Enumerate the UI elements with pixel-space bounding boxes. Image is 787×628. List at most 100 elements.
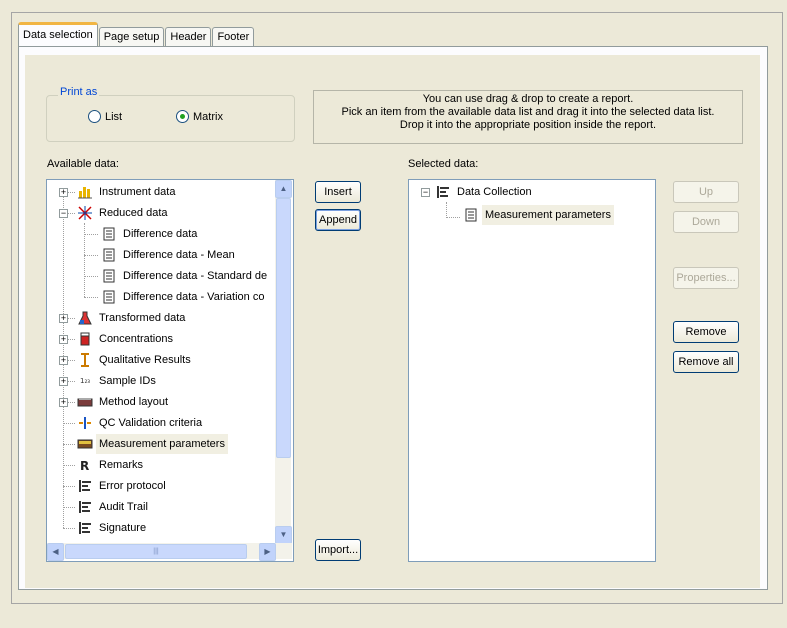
tree-item-label: Instrument data	[99, 186, 176, 198]
svg-text:R: R	[80, 459, 89, 472]
document-icon	[101, 268, 117, 284]
plate-icon	[77, 394, 93, 410]
tree-item-label: Difference data - Standard de	[123, 270, 268, 282]
expand-icon[interactable]: +	[59, 314, 68, 323]
collapse-icon[interactable]: −	[421, 188, 430, 197]
tree-item-label: Audit Trail	[99, 501, 148, 513]
radio-matrix-label: Matrix	[193, 110, 223, 123]
tab-data-selection[interactable]: Data selection	[18, 22, 98, 46]
expand-icon[interactable]: +	[59, 356, 68, 365]
tree-child-measurement-parameters[interactable]: Measurement parameters	[463, 205, 614, 225]
tree-item[interactable]: Method layout	[77, 392, 171, 412]
available-vertical-scrollbar[interactable]: ▲ ▼	[275, 180, 292, 544]
qc-icon	[77, 415, 93, 431]
expand-icon[interactable]: +	[59, 335, 68, 344]
tree-child-label: Measurement parameters	[482, 205, 614, 225]
tree-item[interactable]: Difference data - Mean	[101, 245, 238, 265]
svg-text:1₂₃: 1₂₃	[80, 377, 90, 385]
properties-button[interactable]: Properties...	[673, 267, 739, 289]
radio-list-label: List	[105, 110, 123, 123]
tree-item[interactable]: Signature	[77, 518, 149, 538]
tree-item-label: Difference data	[123, 228, 198, 240]
up-button[interactable]: Up	[673, 181, 739, 203]
tree-root-label: Data Collection	[457, 186, 532, 198]
scroll-right-arrow-icon[interactable]: ▶	[259, 543, 276, 561]
tree-item-label: Remarks	[99, 459, 144, 471]
print-as-group	[46, 95, 295, 142]
tree-item-label: QC Validation criteria	[99, 417, 203, 429]
info-line-2: Pick an item from the available data lis…	[341, 106, 715, 118]
remarks-icon: R	[77, 457, 93, 473]
tree-item[interactable]: Qualitative Results	[77, 350, 194, 370]
tree-item-label: Transformed data	[99, 312, 186, 324]
append-button[interactable]: Append	[315, 209, 361, 231]
numbering-icon: 1₂₃	[77, 373, 93, 389]
tab-bar: Data selection Page setup Header Footer	[18, 22, 255, 46]
expand-icon[interactable]: +	[59, 377, 68, 386]
info-line-3: Drop it into the appropriate position in…	[399, 119, 657, 131]
down-button[interactable]: Down	[673, 211, 739, 233]
remove-all-button[interactable]: Remove all	[673, 351, 739, 373]
tree-item-label: Signature	[99, 522, 147, 534]
tree-item[interactable]: Transformed data	[77, 308, 188, 328]
tree-item[interactable]: 1₂₃ Sample IDs	[77, 371, 159, 391]
list-icon	[435, 184, 451, 200]
import-button[interactable]: Import...	[315, 539, 361, 561]
expand-icon[interactable]: +	[59, 398, 68, 407]
radio-list-indicator[interactable]	[88, 110, 101, 123]
tree-item-label: Difference data - Variation co	[123, 291, 265, 303]
tree-item[interactable]: Instrument data	[77, 182, 178, 202]
tree-item-label: Reduced data	[99, 207, 168, 219]
tab-footer[interactable]: Footer	[212, 27, 255, 46]
tree-item-label: Difference data - Mean	[123, 249, 235, 261]
tree-item[interactable]: Reduced data	[77, 203, 171, 223]
tree-item-label: Method layout	[99, 396, 169, 408]
selected-data-tree[interactable]: − Data Collection Measurement parameters	[408, 179, 656, 562]
flask-icon	[77, 310, 93, 326]
selected-data-label: Selected data:	[408, 158, 479, 170]
tab-page-setup[interactable]: Page setup	[98, 27, 165, 46]
remove-button[interactable]: Remove	[673, 321, 739, 343]
tree-item-label: Error protocol	[99, 480, 166, 492]
radio-matrix[interactable]: Matrix	[176, 110, 223, 123]
document-icon	[463, 207, 479, 223]
tree-item[interactable]: Difference data - Standard de	[101, 266, 270, 286]
radio-matrix-indicator[interactable]	[176, 110, 189, 123]
tree-item[interactable]: Difference data - Variation co	[101, 287, 267, 307]
insert-button[interactable]: Insert	[315, 181, 361, 203]
document-icon	[101, 289, 117, 305]
available-data-label: Available data:	[47, 158, 119, 170]
tree-item[interactable]: R Remarks	[77, 455, 146, 475]
ruler-icon	[77, 436, 93, 452]
info-line-1: You can use drag & drop to create a repo…	[422, 93, 634, 105]
range-icon	[77, 352, 93, 368]
radio-list[interactable]: List	[88, 110, 122, 123]
collapse-icon[interactable]: −	[59, 209, 68, 218]
list-icon	[77, 520, 93, 536]
scroll-down-arrow-icon[interactable]: ▼	[275, 526, 292, 544]
bar-chart-icon	[77, 184, 93, 200]
tree-item[interactable]: Difference data	[101, 224, 200, 244]
scroll-thumb[interactable]	[276, 198, 291, 458]
tree-root-data-collection[interactable]: Data Collection	[435, 182, 535, 202]
list-icon	[77, 478, 93, 494]
tree-item[interactable]: Measurement parameters	[77, 434, 228, 454]
scroll-left-arrow-icon[interactable]: ◀	[47, 543, 64, 561]
document-icon	[101, 226, 117, 242]
beaker-icon	[77, 331, 93, 347]
tab-header[interactable]: Header	[165, 27, 212, 46]
tree-item-label: Concentrations	[99, 333, 173, 345]
tree-item[interactable]: QC Validation criteria	[77, 413, 205, 433]
print-as-legend: Print as	[58, 86, 100, 98]
available-data-tree[interactable]: + Instrument data − Reduced data Difference …	[46, 179, 294, 562]
tree-item-label: Sample IDs	[99, 375, 156, 387]
tree-item[interactable]: Audit Trail	[77, 497, 151, 517]
scroll-up-arrow-icon[interactable]: ▲	[275, 180, 292, 198]
scroll-h-thumb[interactable]: |||	[65, 544, 247, 559]
info-box: You can use drag & drop to create a repo…	[313, 90, 743, 144]
available-horizontal-scrollbar[interactable]: ◀ ||| ▶	[47, 543, 292, 561]
tree-item[interactable]: Error protocol	[77, 476, 169, 496]
tree-item[interactable]: Concentrations	[77, 329, 176, 349]
expand-icon[interactable]: +	[59, 188, 68, 197]
star-burst-icon	[77, 205, 93, 221]
